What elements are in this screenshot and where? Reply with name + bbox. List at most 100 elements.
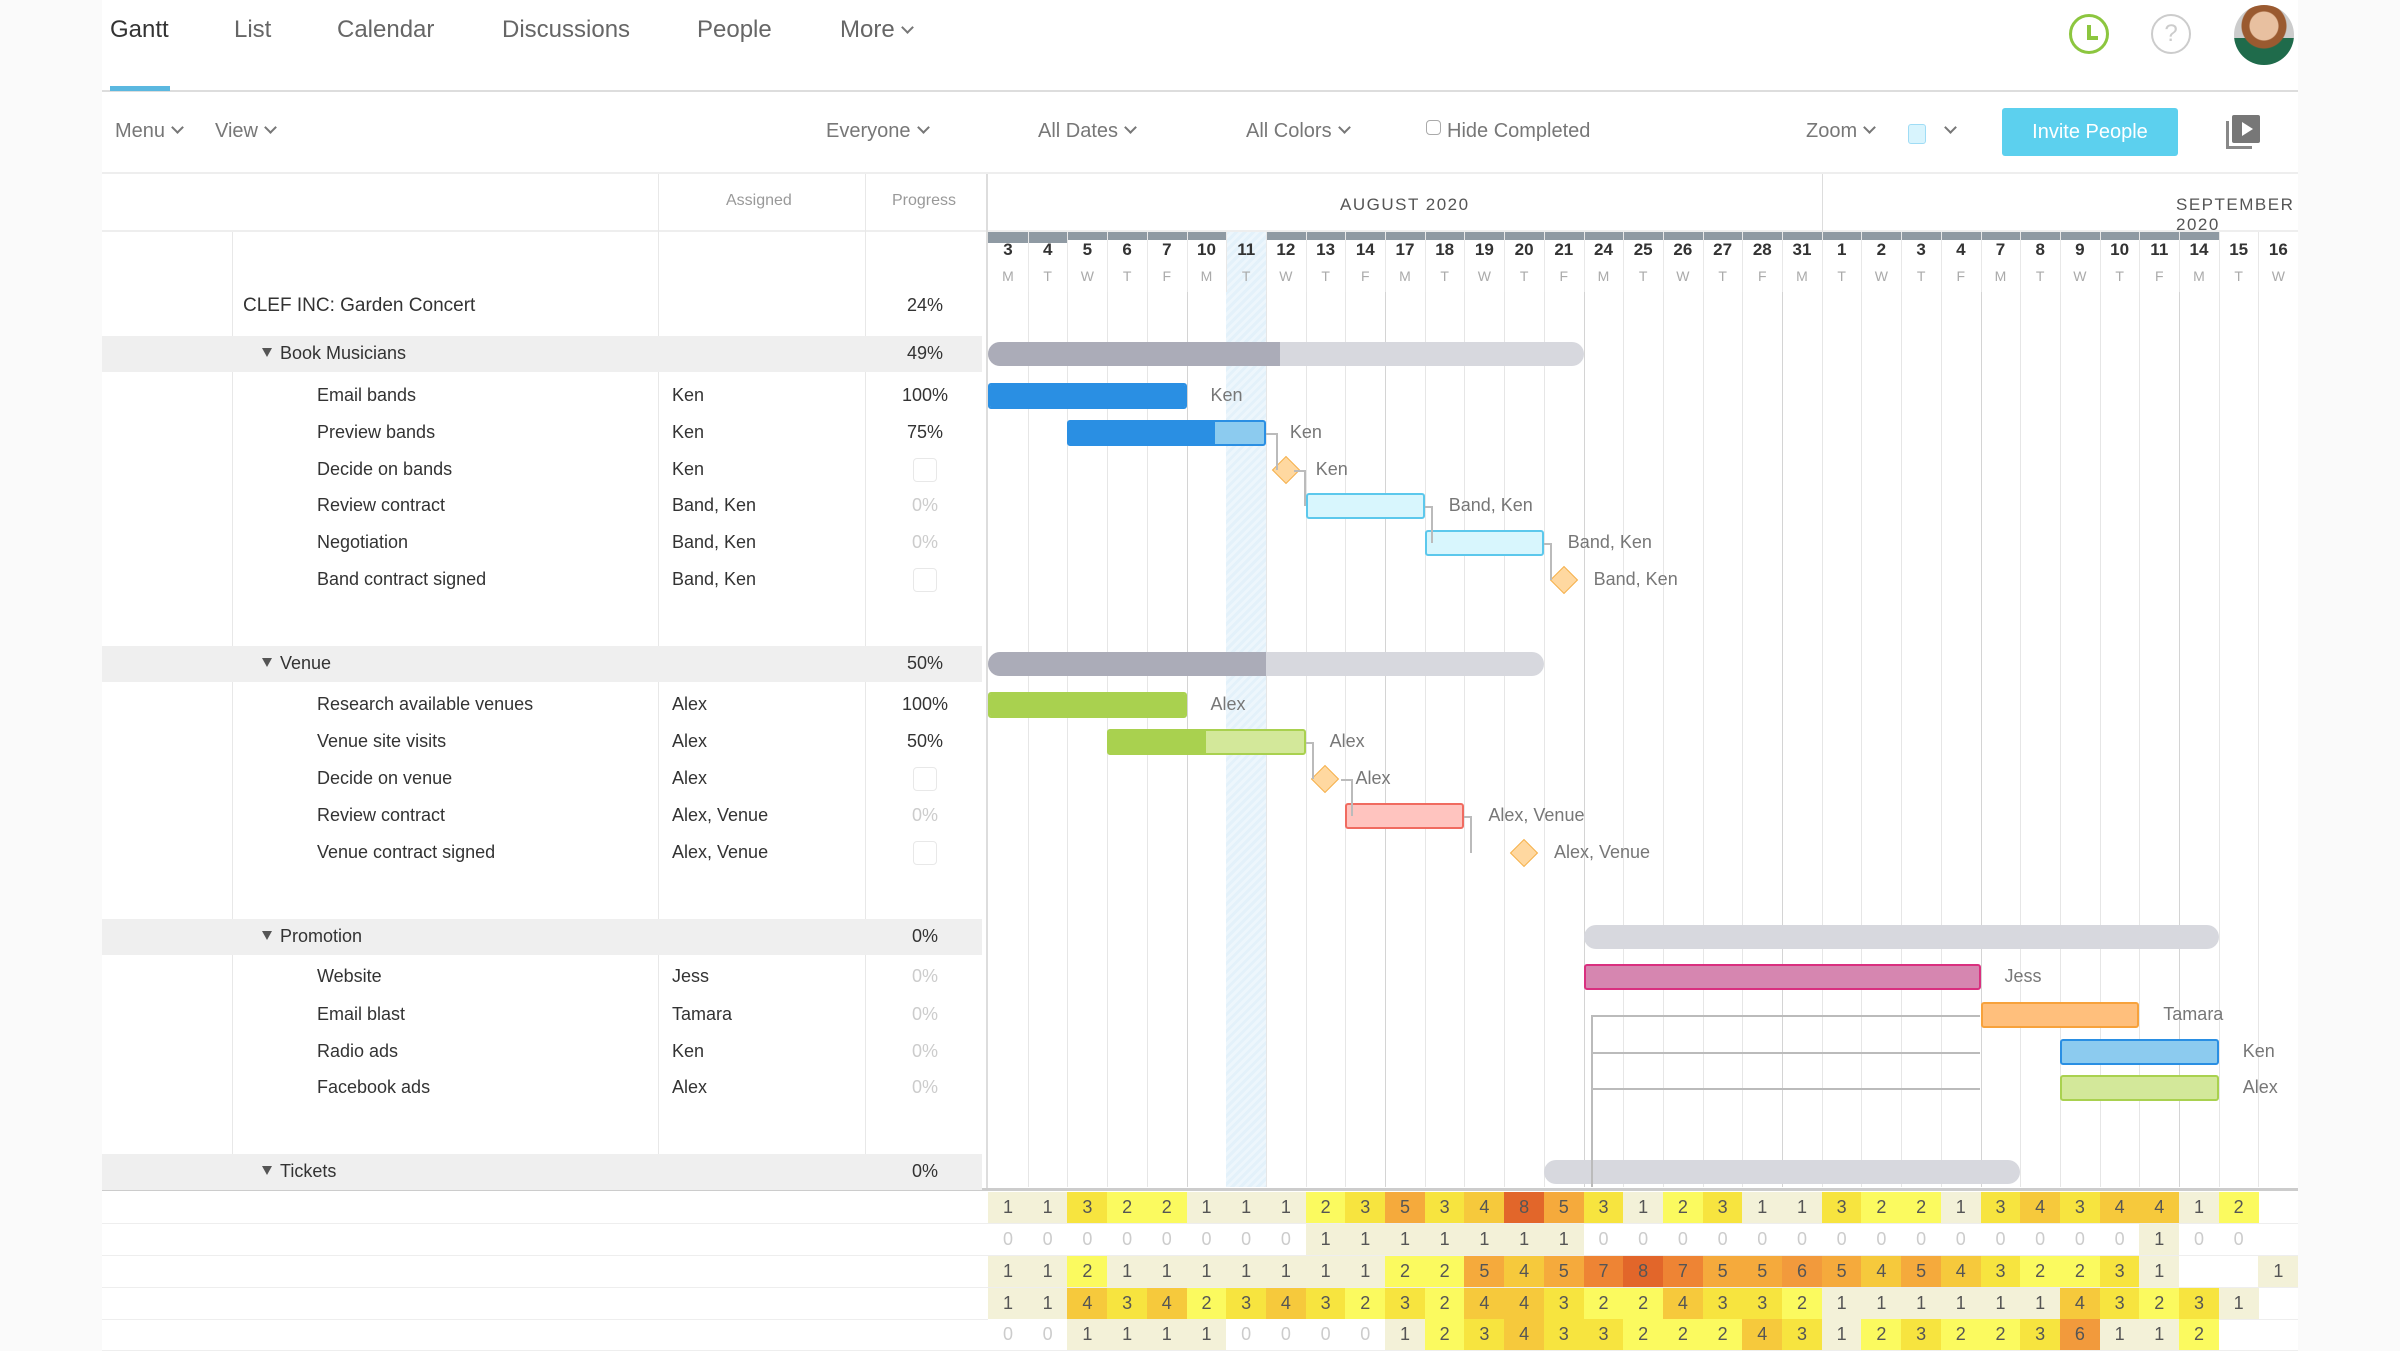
task-bar[interactable] <box>2059 1039 2219 1065</box>
milestone-checkbox[interactable] <box>913 568 937 592</box>
workload-cell[interactable]: 3 <box>2179 1288 2219 1319</box>
workload-cell[interactable]: 1 <box>1027 1256 1068 1287</box>
clock-icon[interactable] <box>2069 14 2109 54</box>
workload-cell[interactable]: 1 <box>1027 1192 1068 1223</box>
group-summary-bar[interactable] <box>988 342 1584 366</box>
workload-cell[interactable]: 1 <box>988 1288 1028 1319</box>
workload-cell[interactable]: 0 <box>1821 1224 1862 1255</box>
workload-cell[interactable]: 3 <box>2059 1192 2100 1223</box>
workload-cell[interactable]: 4 <box>2059 1288 2100 1319</box>
workload-cell[interactable]: 5 <box>1385 1192 1425 1223</box>
workload-cell[interactable]: 0 <box>2059 1224 2100 1255</box>
milestone-diamond[interactable] <box>1549 565 1578 595</box>
workload-cell[interactable]: 1 <box>1543 1224 1584 1255</box>
workload-cell[interactable]: 5 <box>1901 1256 1942 1287</box>
task-bar[interactable] <box>988 692 1187 718</box>
workload-cell[interactable]: 0 <box>1662 1224 1703 1255</box>
task-bar[interactable] <box>988 383 1187 409</box>
workload-cell[interactable]: 4 <box>2099 1192 2140 1223</box>
workload-cell[interactable]: 2 <box>2020 1256 2061 1287</box>
task-assignee[interactable]: Alex <box>672 1077 707 1098</box>
workload-cell[interactable]: 4 <box>1146 1288 1187 1319</box>
workload-cell[interactable]: 1 <box>1424 1224 1465 1255</box>
collapse-triangle-icon[interactable] <box>262 931 272 940</box>
workload-cell[interactable]: 0 <box>988 1319 1028 1350</box>
workload-cell[interactable]: 0 <box>1186 1224 1227 1255</box>
workload-cell[interactable]: 2 <box>1623 1319 1664 1350</box>
workload-cell[interactable]: 1 <box>1186 1256 1227 1287</box>
workload-cell[interactable]: 4 <box>2020 1192 2061 1223</box>
group-summary-bar[interactable] <box>1583 925 2219 949</box>
group-name[interactable]: Promotion <box>262 926 362 947</box>
workload-cell[interactable]: 1 <box>1623 1192 1664 1223</box>
milestone-diamond[interactable] <box>1509 838 1539 868</box>
workload-cell[interactable]: 4 <box>1742 1319 1783 1350</box>
task-bar[interactable] <box>1583 964 1981 990</box>
workload-cell[interactable]: 1 <box>1980 1288 2021 1319</box>
task-assignee[interactable]: Ken <box>672 1041 704 1062</box>
group-name[interactable]: Book Musicians <box>262 343 406 364</box>
workload-cell[interactable]: 0 <box>1265 1319 1306 1350</box>
workload-cell[interactable]: 5 <box>1702 1256 1743 1287</box>
hide-completed-toggle[interactable]: Hide Completed <box>1426 120 1590 143</box>
workload-cell[interactable]: 7 <box>1583 1256 1624 1287</box>
collapse-triangle-icon[interactable] <box>262 348 272 357</box>
workload-cell[interactable]: 3 <box>1901 1319 1942 1350</box>
task-progress[interactable]: 0% <box>885 1041 965 1062</box>
workload-cell[interactable]: 3 <box>1305 1288 1346 1319</box>
workload-cell[interactable]: 0 <box>1861 1224 1902 1255</box>
task-progress[interactable]: 0% <box>885 495 965 516</box>
workload-cell[interactable]: 1 <box>2139 1256 2180 1287</box>
workload-cell[interactable]: 1 <box>1940 1192 1981 1223</box>
task-assignee[interactable]: Alex, Venue <box>672 842 768 863</box>
tab-discussions[interactable]: Discussions <box>502 16 630 44</box>
task-assignee[interactable]: Ken <box>672 459 704 480</box>
workload-cell[interactable]: 3 <box>1583 1192 1624 1223</box>
workload-cell[interactable]: 1 <box>1782 1192 1822 1223</box>
task-name[interactable]: Facebook ads <box>317 1077 430 1098</box>
workload-cell[interactable]: 0 <box>1583 1224 1624 1255</box>
task-name[interactable]: Review contract <box>317 495 445 516</box>
task-assignee[interactable]: Jess <box>672 966 709 987</box>
workload-cell[interactable]: 3 <box>1702 1288 1743 1319</box>
workload-cell[interactable]: 4 <box>1861 1256 1902 1287</box>
task-bar[interactable] <box>2059 1075 2219 1101</box>
workload-cell[interactable]: 1 <box>1305 1224 1346 1255</box>
workload-cell[interactable]: 1 <box>1940 1288 1981 1319</box>
workload-cell[interactable]: 2 <box>1662 1192 1703 1223</box>
workload-cell[interactable]: 1 <box>1027 1288 1068 1319</box>
workload-cell[interactable]: 1 <box>1107 1256 1148 1287</box>
workload-cell[interactable]: 1 <box>1067 1319 1108 1350</box>
workload-cell[interactable]: 0 <box>1265 1224 1306 1255</box>
color-picker-dropdown[interactable] <box>1938 120 1957 143</box>
workload-cell[interactable]: 1 <box>988 1192 1028 1223</box>
workload-cell[interactable]: 2 <box>1186 1288 1227 1319</box>
workload-cell[interactable]: 2 <box>1861 1319 1902 1350</box>
task-name[interactable]: Negotiation <box>317 532 408 553</box>
workload-cell[interactable]: 4 <box>1940 1256 1981 1287</box>
task-bar[interactable] <box>1305 493 1425 519</box>
workload-cell[interactable]: 2 <box>1385 1256 1425 1287</box>
task-name[interactable]: Venue site visits <box>317 731 446 752</box>
workload-cell[interactable]: 1 <box>1265 1256 1306 1287</box>
workload-cell[interactable]: 2 <box>1107 1192 1148 1223</box>
workload-cell[interactable]: 2 <box>1940 1319 1981 1350</box>
workload-cell[interactable]: 2 <box>1424 1256 1465 1287</box>
workload-cell[interactable]: 2 <box>2218 1192 2259 1223</box>
workload-cell[interactable]: 1 <box>1186 1192 1227 1223</box>
workload-cell[interactable]: 2 <box>1424 1288 1465 1319</box>
task-assignee[interactable]: Band, Ken <box>672 569 756 590</box>
workload-cell[interactable]: 5 <box>1821 1256 1862 1287</box>
task-assignee[interactable]: Alex <box>672 768 707 789</box>
hide-completed-checkbox[interactable] <box>1426 120 1441 135</box>
workload-cell[interactable]: 2 <box>1345 1288 1386 1319</box>
workload-cell[interactable]: 3 <box>2020 1319 2061 1350</box>
workload-cell[interactable]: 3 <box>1464 1319 1505 1350</box>
task-name[interactable]: Venue contract signed <box>317 842 495 863</box>
workload-cell[interactable]: 1 <box>1901 1288 1942 1319</box>
user-avatar[interactable] <box>2234 5 2294 65</box>
task-name[interactable]: Email bands <box>317 385 416 406</box>
task-name[interactable]: Preview bands <box>317 422 435 443</box>
workload-cell[interactable]: 4 <box>1067 1288 1108 1319</box>
workload-cell[interactable]: 1 <box>1226 1192 1267 1223</box>
